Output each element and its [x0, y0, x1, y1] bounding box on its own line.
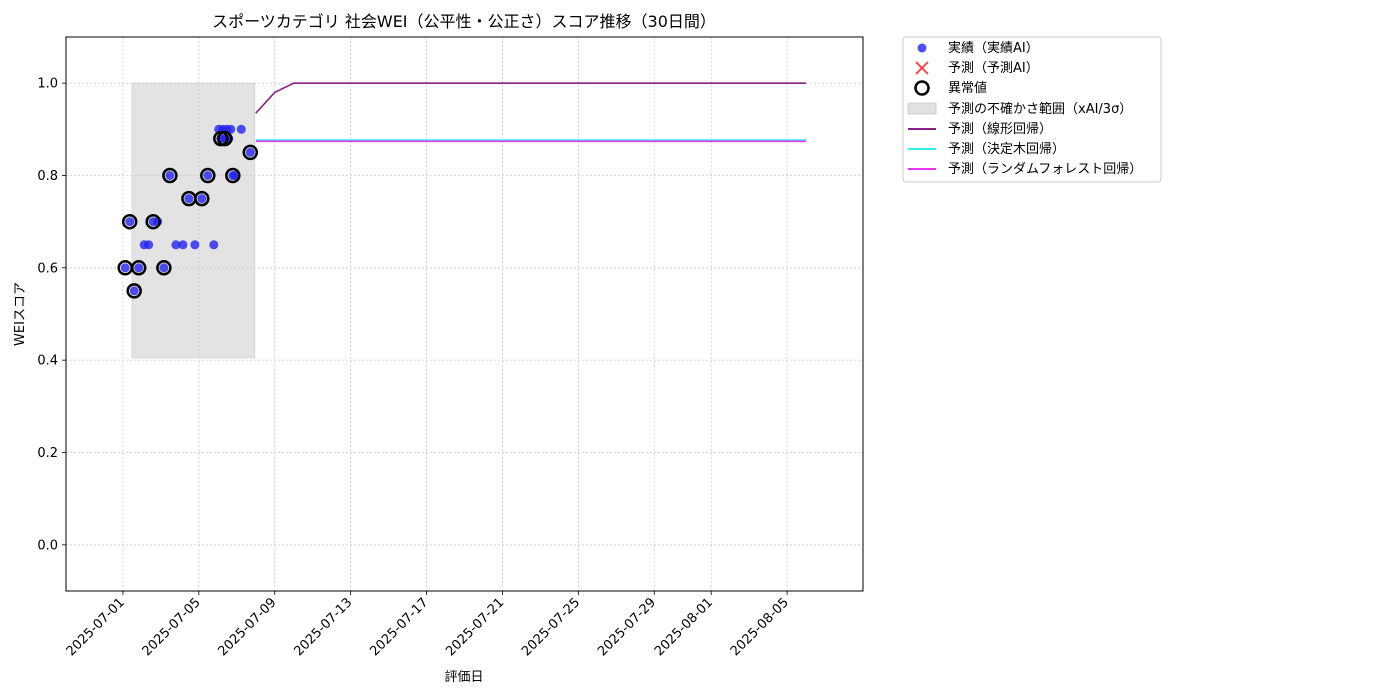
actual-point — [245, 147, 255, 157]
x-tick-label: 2025-07-29 — [595, 595, 659, 659]
x-tick-label: 2025-08-01 — [652, 595, 716, 659]
x-tick-label: 2025-07-25 — [519, 595, 583, 659]
legend-label-forest: 予測（ランダムフォレスト回帰） — [948, 161, 1142, 177]
x-tick-label: 2025-07-21 — [443, 595, 507, 659]
y-tick-label: 1.0 — [37, 77, 58, 92]
legend-label-linear: 予測（線形回帰） — [948, 121, 1052, 137]
chart-canvas: 2025-07-01 2025-07-05 2025-07-09 2025-07-13… — [13, 12, 1162, 685]
actual-point — [165, 171, 175, 180]
x-axis-label: 評価日 — [444, 670, 483, 685]
legend-swatch-actual — [917, 43, 927, 53]
actual-point — [209, 240, 219, 250]
x-tick-label: 2025-08-05 — [728, 595, 792, 659]
legend-label-actual: 実績（実績AI） — [948, 40, 1039, 56]
legend-label-anomaly: 異常値 — [948, 80, 987, 96]
y-tick-label: 0.0 — [37, 538, 58, 553]
y-axis-label: WEIスコア — [13, 282, 28, 346]
y-tick-label: 0.8 — [37, 169, 58, 184]
actual-point — [236, 124, 246, 134]
x-tick-label: 2025-07-09 — [216, 595, 280, 659]
x-tick-label: 2025-07-13 — [291, 595, 355, 659]
actual-point — [125, 217, 135, 227]
actual-point — [134, 263, 144, 273]
y-axis-ticks: 0.0 0.2 0.4 0.6 0.8 1.0 — [37, 77, 66, 553]
legend-swatch-uncertainty — [907, 102, 937, 115]
actual-point — [190, 240, 200, 250]
x-tick-label: 2025-07-01 — [64, 595, 128, 659]
y-tick-label: 0.6 — [37, 261, 58, 276]
actual-point — [129, 286, 139, 296]
x-axis-ticks: 2025-07-01 2025-07-05 2025-07-09 2025-07-13… — [64, 591, 792, 659]
actual-point — [197, 194, 207, 204]
legend-label-uncertainty: 予測の不確かさ範囲（xAI/3σ） — [948, 101, 1132, 117]
actual-point — [120, 263, 130, 273]
legend-label-tree: 予測（決定木回帰） — [948, 141, 1065, 157]
chart-title: スポーツカテゴリ 社会WEI（公平性・公正さ）スコア推移（30日間） — [212, 12, 716, 31]
actual-point — [144, 240, 154, 250]
x-tick-label: 2025-07-17 — [367, 595, 431, 659]
y-tick-label: 0.2 — [37, 446, 58, 461]
actual-point — [203, 171, 213, 180]
y-tick-label: 0.4 — [37, 354, 58, 369]
legend-label-forecast-marker: 予測（予測AI） — [948, 61, 1039, 76]
legend: 実績（実績AI） 予測（予測AI） 異常値 予測の不確かさ範囲（xAI/3σ） … — [902, 36, 1162, 183]
x-tick-label: 2025-07-05 — [140, 595, 204, 659]
actual-point — [184, 194, 194, 204]
actual-point — [159, 263, 169, 273]
actual-point — [178, 240, 188, 250]
